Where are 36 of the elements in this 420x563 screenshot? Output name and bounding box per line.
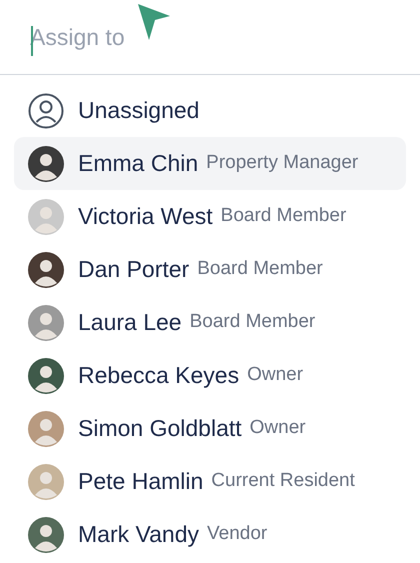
person-name: Victoria West	[78, 202, 213, 232]
person-name: Rebecca Keyes	[78, 361, 240, 390]
person-name: Simon Goldblatt	[78, 414, 242, 444]
person-role: Current Resident	[211, 469, 355, 494]
assignee-option[interactable]: Rebecca Keyes Owner	[14, 349, 406, 402]
cursor-arrow-icon	[136, 2, 172, 42]
avatar-icon	[28, 304, 64, 340]
assignee-option[interactable]: Dan Porter Board Member	[14, 243, 406, 296]
person-name: Mark Vandy	[78, 520, 200, 550]
assignee-option[interactable]: Unassigned	[14, 84, 406, 137]
avatar-icon	[28, 146, 64, 182]
assignee-option[interactable]: Laura Lee Board Member	[14, 296, 406, 349]
person-role: Board Member	[197, 257, 323, 282]
person-role: Property Manager	[206, 151, 358, 176]
avatar-icon	[28, 358, 64, 394]
assignee-option[interactable]: Victoria West Board Member	[14, 190, 406, 243]
person-role: Owner	[247, 363, 304, 388]
person-name: Laura Lee	[78, 308, 182, 338]
person-role: Owner	[250, 416, 306, 440]
avatar-icon	[28, 464, 64, 500]
assignee-option[interactable]: Mark Vandy Vendor	[14, 508, 406, 561]
person-role: Board Member	[190, 310, 316, 334]
person-name: Unassigned	[78, 96, 200, 126]
assignee-option[interactable]: Pete Hamlin Current Resident	[14, 455, 406, 508]
avatar-icon	[28, 410, 64, 446]
person-name: Emma Chin	[78, 149, 198, 178]
avatar-icon	[28, 252, 64, 288]
person-name: Dan Porter	[78, 255, 190, 284]
avatar-icon	[28, 516, 64, 552]
person-name: Pete Hamlin	[78, 467, 204, 496]
person-role: Board Member	[220, 204, 346, 228]
assignee-option[interactable]: Simon Goldblatt Owner	[14, 402, 406, 455]
avatar-icon	[28, 198, 64, 234]
user-icon	[28, 92, 64, 128]
person-role: Vendor	[207, 522, 268, 546]
assignee-option[interactable]: Emma Chin Property Manager	[14, 137, 406, 190]
